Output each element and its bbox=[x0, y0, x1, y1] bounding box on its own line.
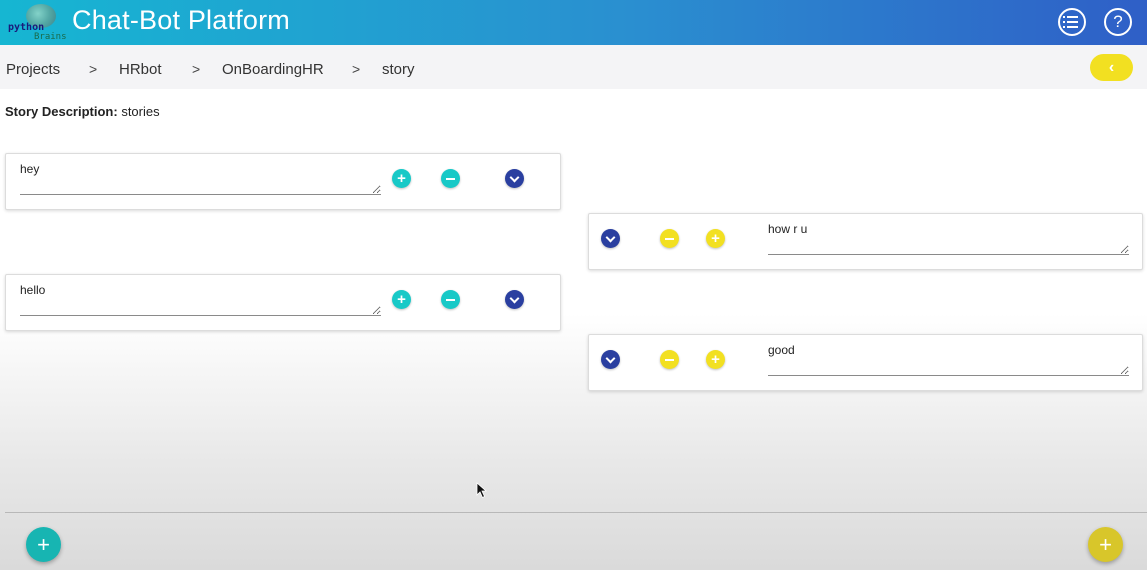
breadcrumb-onboardinghr[interactable]: OnBoardingHR bbox=[222, 61, 324, 78]
add-button[interactable]: + bbox=[392, 290, 411, 309]
back-button[interactable]: ‹ bbox=[1090, 54, 1133, 81]
user-message-input[interactable]: hey bbox=[20, 162, 381, 195]
chevron-down-icon[interactable] bbox=[601, 350, 620, 369]
breadcrumb: Projects > HRbot > OnBoardingHR > story bbox=[0, 45, 1147, 89]
bot-message-input[interactable]: how r u bbox=[768, 222, 1129, 255]
user-message-card: hello + bbox=[5, 274, 561, 331]
breadcrumb-separator: > bbox=[352, 61, 361, 77]
breadcrumb-story: story bbox=[382, 61, 415, 78]
logo-text-bottom: Brains bbox=[34, 32, 67, 42]
breadcrumb-separator: > bbox=[192, 61, 201, 77]
python-brains-logo: python Brains bbox=[6, 2, 67, 42]
app-title: Chat-Bot Platform bbox=[72, 5, 290, 35]
remove-button[interactable] bbox=[660, 229, 679, 248]
story-description-value: stories bbox=[121, 104, 160, 119]
help-icon[interactable]: ? bbox=[1104, 8, 1132, 36]
story-description-label: Story Description: bbox=[5, 104, 118, 119]
remove-button[interactable] bbox=[441, 290, 460, 309]
bot-message-input[interactable]: good bbox=[768, 343, 1129, 376]
add-button[interactable]: + bbox=[706, 229, 725, 248]
chevron-down-icon[interactable] bbox=[601, 229, 620, 248]
story-description: Story Description: stories bbox=[5, 104, 160, 119]
user-message-input[interactable]: hello bbox=[20, 283, 381, 316]
chevron-down-icon[interactable] bbox=[505, 169, 524, 188]
breadcrumb-projects[interactable]: Projects bbox=[6, 61, 60, 78]
add-bot-message-button[interactable]: + bbox=[1088, 527, 1123, 562]
remove-button[interactable] bbox=[660, 350, 679, 369]
breadcrumb-separator: > bbox=[89, 61, 98, 77]
add-button[interactable]: + bbox=[706, 350, 725, 369]
bot-message-card: + how r u bbox=[588, 213, 1143, 270]
breadcrumb-hrbot[interactable]: HRbot bbox=[119, 61, 162, 78]
list-menu-icon[interactable] bbox=[1058, 8, 1086, 36]
divider bbox=[5, 512, 1147, 513]
remove-button[interactable] bbox=[441, 169, 460, 188]
user-message-card: hey + bbox=[5, 153, 561, 210]
add-user-message-button[interactable]: + bbox=[26, 527, 61, 562]
chevron-down-icon[interactable] bbox=[505, 290, 524, 309]
app-header: python Brains Chat-Bot Platform ? bbox=[0, 0, 1147, 45]
mouse-cursor-icon bbox=[476, 482, 488, 499]
add-button[interactable]: + bbox=[392, 169, 411, 188]
bot-message-card: + good bbox=[588, 334, 1143, 391]
